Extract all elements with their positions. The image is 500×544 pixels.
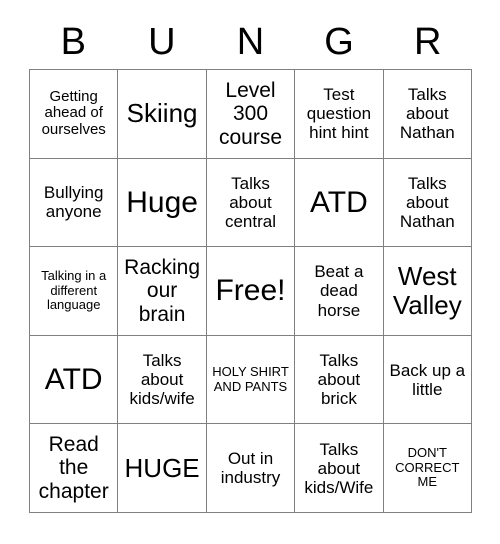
bingo-cell-label: Back up a little xyxy=(389,360,466,399)
bingo-cell[interactable]: ATD xyxy=(30,335,119,425)
bingo-cell-label: Talking in a different language xyxy=(41,268,107,313)
bingo-cell-label: West Valley xyxy=(392,260,462,320)
bingo-cell-label: Talks about central xyxy=(224,173,276,231)
bingo-cell-label: Beat a dead horse xyxy=(314,262,364,320)
bingo-header-letter-0: B xyxy=(60,20,86,63)
bingo-cell-label: Talks about kids/Wife xyxy=(304,439,374,497)
bingo-cell-label: Free! xyxy=(215,274,286,308)
bingo-cell[interactable]: Read the chapter xyxy=(30,424,119,513)
bingo-cell[interactable]: Test question hint hint xyxy=(295,70,384,159)
bingo-cell-label: Talks about Nathan xyxy=(399,85,455,143)
bingo-cell[interactable]: Level 300 course xyxy=(206,70,296,159)
bingo-cell[interactable]: HUGE xyxy=(118,424,207,513)
bingo-grid: Getting ahead of ourselves Skiing Level … xyxy=(29,69,472,513)
bingo-header-letter-1: U xyxy=(148,20,176,63)
bingo-cell[interactable]: Racking our brain xyxy=(118,247,207,336)
bingo-cell[interactable]: West Valley xyxy=(383,247,472,336)
bingo-cell[interactable]: Bullying anyone xyxy=(30,158,119,248)
bingo-cell[interactable]: ATD xyxy=(295,158,384,248)
bingo-cell-label: DON'T CORRECT ME xyxy=(395,445,460,490)
bingo-card: B U N G R Getting ahead of ourselves Ski… xyxy=(0,0,500,544)
bingo-header-row: B U N G R xyxy=(29,14,472,69)
bingo-cell-label: Racking our brain xyxy=(124,255,201,326)
bingo-header-letter-3: G xyxy=(324,20,354,63)
bingo-cell-label: Talks about kids/wife xyxy=(129,351,195,409)
bingo-cell[interactable]: HOLY SHIRT AND PANTS xyxy=(206,335,296,425)
bingo-cell-label: HUGE xyxy=(124,452,200,483)
bingo-cell[interactable]: Skiing xyxy=(118,70,207,159)
bingo-cell-label: HOLY SHIRT AND PANTS xyxy=(212,364,289,394)
bingo-cell-label: Out in industry xyxy=(220,449,281,488)
bingo-cell-label: Huge xyxy=(126,185,198,219)
bingo-cell-label: Talks about Nathan xyxy=(399,173,455,231)
bingo-cell-label: ATD xyxy=(44,362,103,396)
bingo-cell[interactable]: Talks about central xyxy=(206,158,296,248)
bingo-cell-label: Getting ahead of ourselves xyxy=(41,87,106,139)
bingo-cell[interactable]: Talks about kids/wife xyxy=(118,335,207,425)
bingo-cell[interactable]: Talks about Nathan xyxy=(383,70,472,159)
bingo-cell[interactable]: Talks about Nathan xyxy=(383,158,472,248)
bingo-cell-free[interactable]: Free! xyxy=(206,247,296,336)
bingo-cell[interactable]: DON'T CORRECT ME xyxy=(383,424,472,513)
bingo-cell-label: Bullying anyone xyxy=(43,183,104,222)
bingo-cell[interactable]: Out in industry xyxy=(206,424,296,513)
bingo-cell[interactable]: Huge xyxy=(118,158,207,248)
bingo-cell[interactable]: Talking in a different language xyxy=(30,247,119,336)
bingo-cell-label: Read the chapter xyxy=(38,432,109,503)
bingo-cell-label: Test question hint hint xyxy=(306,85,372,143)
bingo-header-letter-4: R xyxy=(413,20,442,63)
bingo-cell-label: Level 300 course xyxy=(218,78,282,149)
bingo-cell[interactable]: Talks about brick xyxy=(295,335,384,425)
bingo-cell-label: Skiing xyxy=(126,98,198,129)
bingo-cell-label: ATD xyxy=(310,185,368,219)
bingo-cell[interactable]: Getting ahead of ourselves xyxy=(30,70,119,159)
bingo-cell[interactable]: Talks about kids/Wife xyxy=(295,424,384,513)
bingo-cell-label: Talks about brick xyxy=(317,351,361,409)
bingo-header-letter-2: N xyxy=(236,20,265,63)
bingo-cell[interactable]: Beat a dead horse xyxy=(295,247,384,336)
bingo-cell[interactable]: Back up a little xyxy=(383,335,472,425)
